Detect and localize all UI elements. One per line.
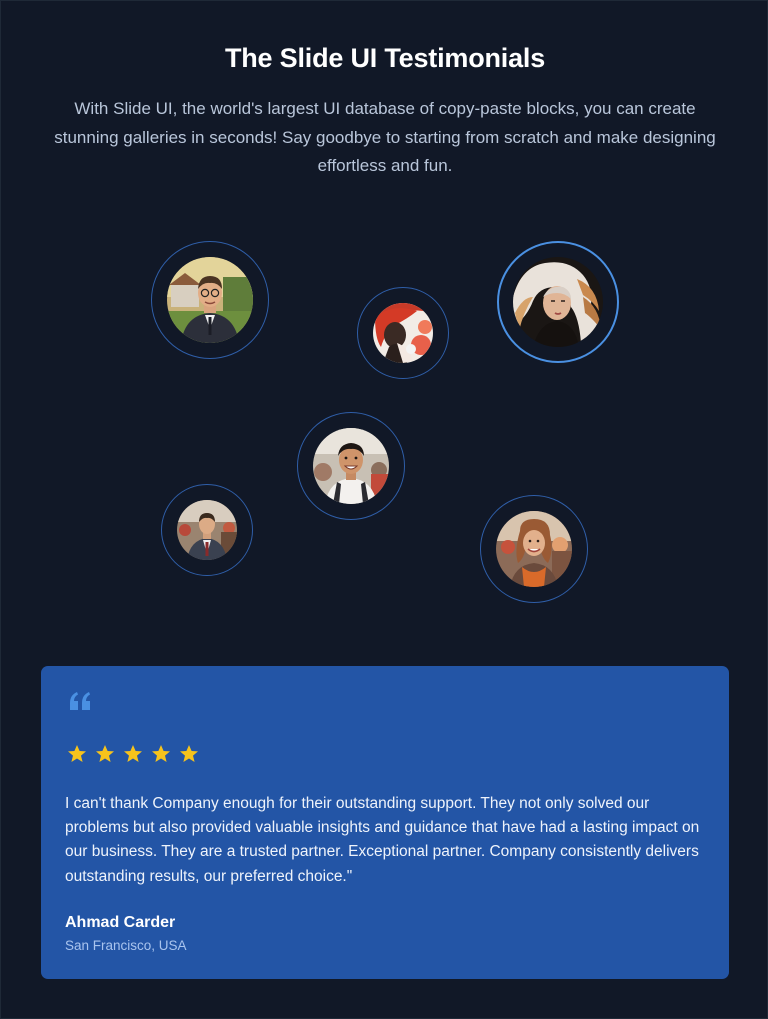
avatar-man-suit-street[interactable] xyxy=(161,484,253,576)
star-icon xyxy=(68,745,86,762)
author-name: Ahmad Carder xyxy=(65,914,176,931)
avatar-image xyxy=(177,500,237,560)
avatar-image xyxy=(496,511,572,587)
page-title: The Slide UI Testimonials xyxy=(224,43,546,73)
star-icon xyxy=(152,745,170,762)
testimonials-section: The Slide UI Testimonials With Slide UI,… xyxy=(0,0,768,1019)
avatar-image xyxy=(313,428,389,504)
star-icon xyxy=(124,745,142,762)
rating-stars xyxy=(67,744,199,764)
avatar-image xyxy=(373,303,433,363)
avatar-woman-red-scarf[interactable] xyxy=(357,287,449,379)
testimonial-text: I can't thank Company enough for their o… xyxy=(65,795,700,885)
testimonial-card: I can't thank Company enough for their o… xyxy=(41,666,729,979)
avatar-woman-white-hair[interactable] xyxy=(497,241,619,363)
star-icon xyxy=(96,745,114,762)
quote-icon xyxy=(70,692,90,710)
page-description: With Slide UI, the world's largest UI da… xyxy=(54,99,716,175)
avatar-man-suit-glasses[interactable] xyxy=(151,241,269,359)
avatar-image xyxy=(513,257,603,347)
avatar-image xyxy=(167,257,253,343)
avatar-man-smiling-market[interactable] xyxy=(297,412,405,520)
star-icon xyxy=(180,745,198,762)
author-location: San Francisco, USA xyxy=(65,938,187,953)
avatar-woman-orange-scarf[interactable] xyxy=(480,495,588,603)
